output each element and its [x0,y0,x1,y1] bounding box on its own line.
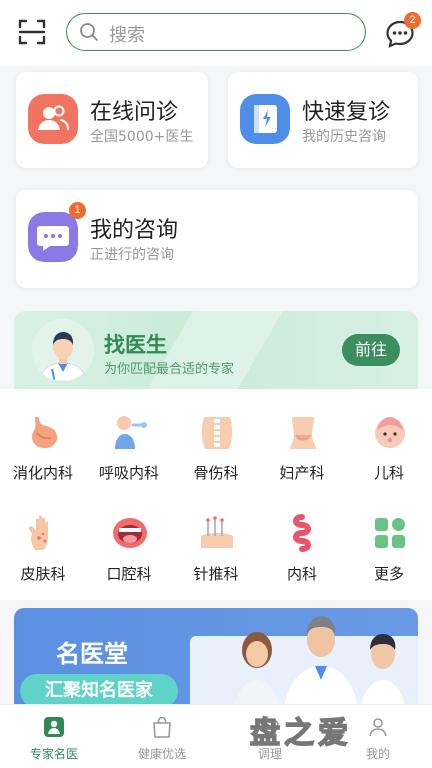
intestine-icon [293,514,311,552]
online-consult-icon [28,94,78,144]
online-consult-card[interactable]: 在线问诊 全国5000+医生 [16,72,208,168]
dept-label: 呼吸内科 [98,464,159,482]
fast-revisit-subtitle: 我的历史咨询 [302,129,386,145]
my-consult-subtitle: 正进行的咨询 [90,247,174,263]
fast-revisit-title: 快速复诊 [302,100,391,125]
dept-orthopedics[interactable]: 骨伤科 [173,389,259,482]
banner-subtitle: 汇聚知名医家 [20,674,178,708]
bottom-tab-bar: 专家名医 健康优选 调理 我的 [0,704,432,768]
stomach-icon [32,417,58,449]
banner-title: 名医堂 [56,640,128,668]
baby-icon [375,417,405,448]
doctors-illustration [233,616,407,718]
dept-label: 妇产科 [279,464,325,482]
dept-label: 骨伤科 [193,464,239,482]
scan-icon[interactable] [18,18,46,46]
dept-internal[interactable]: 内科 [259,490,345,583]
dept-label: 更多 [373,565,404,583]
online-consult-subtitle: 全国5000+医生 [90,129,194,145]
search-icon [80,23,98,41]
find-doctor-banner[interactable]: 找医生 为你匹配最合适的专家 前往 [14,311,418,389]
department-grid: 消化内科 呼吸内科 骨伤科 妇产科 儿科 皮肤科 口腔科 针推科 内科 更多 [0,389,432,600]
chat-bubble-icon [28,212,78,262]
dept-more[interactable]: 更多 [346,490,432,583]
dept-label: 口腔科 [106,565,152,583]
dept-label: 儿科 [373,464,404,482]
top-bar: 搜索 2 [0,0,432,66]
search-input[interactable]: 搜索 [66,13,366,51]
my-consult-card[interactable]: 1 我的咨询 正进行的咨询 [16,190,418,288]
dept-respiratory[interactable]: 呼吸内科 [86,389,172,482]
message-badge: 2 [404,12,421,29]
tab-health-select[interactable]: 健康优选 [108,705,216,768]
dept-obgyn[interactable]: 妇产科 [259,389,345,482]
doctor-avatar [32,319,94,381]
dept-label: 内科 [286,565,317,583]
online-consult-title: 在线问诊 [90,100,179,125]
dept-dermatology[interactable]: 皮肤科 [0,490,86,583]
acupuncture-icon [201,516,233,548]
tab-label: 专家名医 [29,747,78,761]
dept-stomatology[interactable]: 口腔科 [86,490,172,583]
revisit-record-icon [240,94,290,144]
dept-label: 皮肤科 [20,565,66,583]
watermark: 盘之爱 [249,715,352,752]
doctor-illustration [32,319,94,381]
bag-icon [153,716,171,738]
famous-doctor-banner[interactable]: 名医堂 汇聚知名医家 [14,608,418,718]
find-doctor-title: 找医生 [104,333,167,357]
skin-hand-icon [28,515,48,550]
doctor-icon [44,717,64,737]
grid-icon [375,518,405,548]
lungs-icon [115,416,147,449]
dept-acupuncture[interactable]: 针推科 [173,490,259,583]
tab-label: 健康优选 [137,747,186,761]
dept-label: 消化内科 [12,464,73,482]
tab-experts[interactable]: 专家名医 [0,705,108,768]
dept-label: 针推科 [193,565,239,583]
go-button[interactable]: 前往 [342,334,400,366]
mouth-icon [113,518,147,548]
spine-icon [201,417,233,449]
find-doctor-subtitle: 为你匹配最合适的专家 [104,362,235,377]
pelvis-icon [290,417,316,449]
user-icon [369,718,387,737]
search-placeholder: 搜索 [109,25,145,46]
consult-badge: 1 [69,202,86,219]
dept-pediatrics[interactable]: 儿科 [346,389,432,482]
dept-digestive[interactable]: 消化内科 [0,389,86,482]
fast-revisit-card[interactable]: 快速复诊 我的历史咨询 [228,72,418,168]
my-consult-title: 我的咨询 [90,218,179,243]
